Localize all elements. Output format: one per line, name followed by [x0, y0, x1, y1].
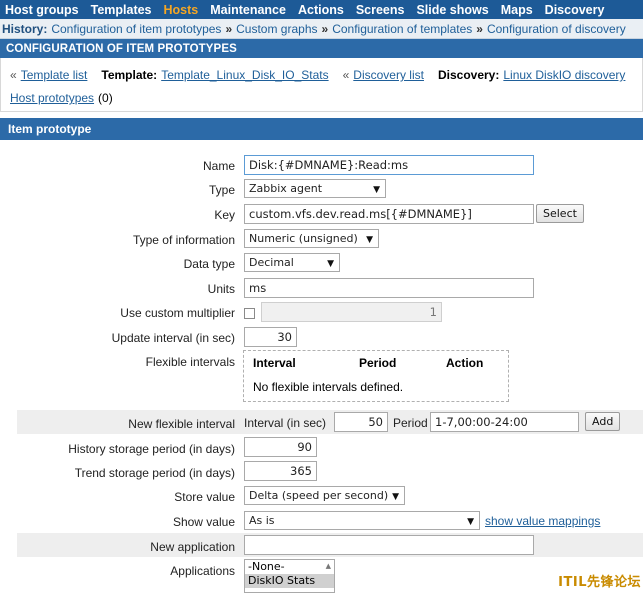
- dropdown-arrow-icon: ▼: [392, 492, 399, 502]
- watermark-text: ITIL先锋论坛: [558, 575, 641, 590]
- data-type-label: Data type: [183, 257, 235, 271]
- name-label: Name: [202, 159, 235, 173]
- page-title: CONFIGURATION OF ITEM PROTOTYPES: [0, 39, 643, 58]
- breadcrumb-item[interactable]: Configuration of item prototypes: [51, 22, 221, 36]
- no-flexible-intervals-text: No flexible intervals defined.: [253, 380, 404, 394]
- type-select[interactable]: Zabbix agent ▼: [244, 179, 386, 198]
- type-of-information-value: Numeric (unsigned): [249, 232, 358, 245]
- show-value-select[interactable]: As is ▼: [244, 511, 480, 530]
- dropdown-arrow-icon: ▼: [327, 259, 334, 269]
- column-interval: Interval: [253, 356, 296, 370]
- trends-label: Trend storage period (in days): [74, 466, 235, 480]
- new-application-label: New application: [150, 540, 235, 554]
- nav-hosts[interactable]: Hosts: [159, 3, 206, 17]
- nav-screens[interactable]: Screens: [351, 3, 412, 17]
- discovery-list-link[interactable]: Discovery list: [353, 68, 424, 82]
- flexible-intervals-table: Interval Period Action No flexible inter…: [243, 350, 509, 402]
- units-input[interactable]: ms: [244, 278, 534, 298]
- type-value: Zabbix agent: [249, 182, 323, 195]
- column-period: Period: [359, 356, 397, 370]
- new-period-input[interactable]: 1-7,00:00-24:00: [430, 412, 579, 432]
- show-value-label: Show value: [172, 515, 235, 529]
- units-label: Units: [207, 282, 235, 296]
- new-application-input[interactable]: [244, 535, 534, 555]
- history-input[interactable]: 90: [244, 437, 317, 457]
- breadcrumb-separator: »: [321, 21, 329, 36]
- breadcrumb-separator: »: [476, 21, 483, 36]
- item-prototype-form: Name Disk:{#DMNAME}:Read:ms Type Zabbix …: [0, 140, 643, 593]
- discovery-label: Discovery:: [437, 68, 500, 82]
- template-label: Template:: [101, 68, 158, 82]
- nav-slide-shows[interactable]: Slide shows: [411, 3, 495, 17]
- nav-templates[interactable]: Templates: [86, 3, 159, 17]
- scroll-up-icon[interactable]: ▲: [326, 562, 331, 570]
- nav-host-groups[interactable]: Host groups: [0, 3, 86, 17]
- period-label: Period: [393, 416, 428, 430]
- data-type-select[interactable]: Decimal ▼: [244, 253, 340, 272]
- dropdown-arrow-icon: ▼: [373, 185, 380, 195]
- back-icon: «: [10, 68, 17, 82]
- column-action: Action: [446, 356, 484, 370]
- nav-maps[interactable]: Maps: [496, 3, 540, 17]
- type-of-information-select[interactable]: Numeric (unsigned) ▼: [244, 229, 379, 248]
- application-option-none[interactable]: -None-: [245, 560, 334, 574]
- update-interval-label: Update interval (in sec): [111, 331, 235, 345]
- breadcrumb-item[interactable]: Configuration of templates: [332, 22, 472, 36]
- item-prototype-header: Item prototype: [0, 118, 643, 140]
- add-interval-button[interactable]: Add: [585, 412, 621, 431]
- application-option-diskio-stats[interactable]: DiskIO Stats: [245, 574, 334, 588]
- key-select-button[interactable]: Select: [536, 204, 584, 223]
- history-label: History storage period (in days): [68, 442, 235, 456]
- new-interval-input[interactable]: 50: [334, 412, 388, 432]
- nav-discovery[interactable]: Discovery: [540, 3, 612, 17]
- applications-listbox[interactable]: -None- DiskIO Stats ▲: [244, 559, 335, 593]
- history-label: History:: [2, 21, 48, 36]
- name-input[interactable]: Disk:{#DMNAME}:Read:ms: [244, 155, 534, 175]
- context-bar: « Template list Template: Template_Linux…: [0, 58, 643, 112]
- applications-label: Applications: [170, 564, 235, 578]
- dropdown-arrow-icon: ▼: [467, 517, 474, 527]
- custom-multiplier-label: Use custom multiplier: [120, 306, 235, 320]
- nav-maintenance[interactable]: Maintenance: [205, 3, 293, 17]
- new-flexible-interval-label: New flexible interval: [128, 417, 235, 431]
- interval-label: Interval (in sec): [244, 416, 327, 430]
- data-type-value: Decimal: [249, 256, 294, 269]
- custom-multiplier-input[interactable]: 1: [261, 302, 442, 322]
- store-value-value: Delta (speed per second): [249, 489, 389, 502]
- dropdown-arrow-icon: ▼: [366, 235, 373, 245]
- template-link[interactable]: Template_Linux_Disk_IO_Stats: [161, 68, 328, 82]
- key-label: Key: [214, 208, 235, 222]
- back-icon: «: [342, 68, 350, 82]
- store-value-label: Store value: [174, 490, 235, 504]
- custom-multiplier-checkbox[interactable]: [244, 308, 255, 319]
- top-navigation: Host groups Templates Hosts Maintenance …: [0, 0, 643, 19]
- store-value-select[interactable]: Delta (speed per second) ▼: [244, 486, 405, 505]
- show-value-mappings-link[interactable]: show value mappings: [485, 514, 600, 528]
- type-of-information-label: Type of information: [132, 233, 235, 247]
- update-interval-input[interactable]: 30: [244, 327, 297, 347]
- breadcrumb-item[interactable]: Configuration of discovery: [487, 22, 626, 36]
- type-label: Type: [208, 183, 235, 197]
- history-breadcrumbs: History: Configuration of item prototype…: [0, 19, 643, 39]
- key-input[interactable]: custom.vfs.dev.read.ms[{#DMNAME}]: [244, 204, 534, 224]
- breadcrumb-item[interactable]: Custom graphs: [236, 22, 317, 36]
- nav-actions[interactable]: Actions: [293, 3, 351, 17]
- flexible-intervals-label: Flexible intervals: [145, 355, 235, 369]
- trends-input[interactable]: 365: [244, 461, 317, 481]
- template-list-link[interactable]: Template list: [21, 68, 88, 82]
- discovery-link[interactable]: Linux DiskIO discovery: [503, 68, 625, 82]
- host-prototypes-link[interactable]: Host prototypes: [10, 91, 94, 105]
- breadcrumb-separator: »: [225, 21, 233, 36]
- show-value-value: As is: [249, 514, 275, 527]
- host-prototypes-count: (0): [98, 91, 113, 105]
